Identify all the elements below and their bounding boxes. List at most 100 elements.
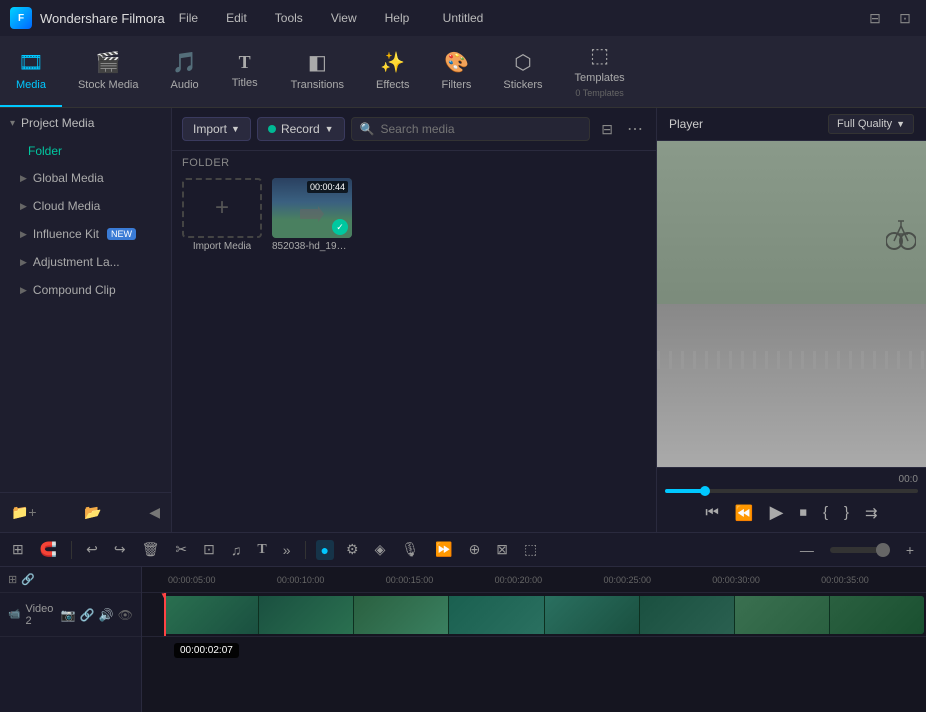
redo-button[interactable]: ↪ [110, 538, 130, 561]
subtitle-button[interactable]: ⬚ [520, 538, 541, 561]
transitions-label: Transitions [291, 79, 344, 91]
menu-view[interactable]: View [325, 7, 363, 29]
app-logo-area: F Wondershare Filmora File Edit Tools Vi… [10, 7, 415, 29]
sidebar-item-compound-clip[interactable]: ▶ Compound Clip [0, 276, 171, 304]
window-controls: ⊟ ⊡ [864, 10, 916, 27]
import-button[interactable]: Import ▼ [182, 117, 251, 141]
ruler-mark-5s: 00:00:05:00 [164, 575, 273, 585]
delete-button[interactable]: 🗑 [138, 538, 164, 561]
settings-button[interactable]: ⇉ [862, 501, 881, 525]
zoom-out-button[interactable]: — [796, 539, 818, 561]
frame-back-button[interactable]: ⏪ [732, 501, 757, 525]
track-view-button[interactable]: ⊞ [8, 573, 17, 586]
split-audio-button[interactable]: ♫ [227, 539, 246, 561]
toolbar-audio[interactable]: 🎵 Audio [155, 36, 215, 107]
undo-button[interactable]: ↩ [82, 538, 102, 561]
sidebar-item-cloud-media[interactable]: ▶ Cloud Media [0, 192, 171, 220]
adjustment-arrow: ▶ [20, 257, 27, 268]
bracket-in-button[interactable]: { [820, 501, 831, 524]
track-name-video2: Video 2 [25, 603, 60, 627]
toolbar-effects[interactable]: ✨ Effects [360, 36, 425, 107]
bracket-out-button[interactable]: } [841, 501, 852, 524]
open-folder-button[interactable]: 📂 [81, 501, 104, 524]
menu-edit[interactable]: Edit [220, 7, 253, 29]
sidebar-project-media[interactable]: ▾ Project Media [0, 108, 171, 138]
screen-rec-button[interactable]: ⊠ [492, 538, 512, 561]
toolbar-media[interactable]: 🎞 Media [0, 36, 62, 107]
skip-to-start-button[interactable]: ⏮ [702, 501, 722, 524]
templates-badge: 0 Templates [575, 88, 623, 98]
quality-select[interactable]: Full Quality ▼ [828, 114, 914, 134]
zoom-in-button[interactable]: + [902, 539, 918, 561]
adjustment-label: Adjustment La... [33, 255, 120, 269]
timeline-toolbar: ⊞ 🧲 ↩ ↪ 🗑 ✂ ⊡ ♫ T » ● ⚙ ◈ 🎙 ⏩ ⊕ ⊠ ⬚ — + [0, 533, 926, 567]
more-options-button[interactable]: ⋯ [624, 116, 646, 142]
more-tools-button[interactable]: » [279, 539, 295, 561]
import-placeholder-thumb[interactable]: + [182, 178, 262, 238]
track-link-button[interactable]: 🔗 [80, 608, 95, 622]
maximize-button[interactable]: ⊡ [894, 10, 916, 27]
track-link-button[interactable]: 🔗 [21, 573, 35, 586]
filter-button[interactable]: ⊟ [596, 118, 618, 141]
sidebar-item-influence-kit[interactable]: ▶ Influence Kit NEW [0, 220, 171, 248]
toolbar-filters[interactable]: 🎨 Filters [425, 36, 487, 107]
track-audio-button[interactable]: 🔊 [99, 608, 114, 622]
track-eye-button[interactable]: 👁 [118, 608, 133, 622]
new-folder-button[interactable]: 📁+ [8, 501, 40, 524]
cut-button[interactable]: ✂ [171, 538, 191, 561]
toolbar-stickers[interactable]: ⬡ Stickers [487, 36, 558, 107]
influence-kit-label: Influence Kit [33, 227, 99, 241]
tracks-area: 00:00:05:00 00:00:10:00 00:00:15:00 00:0… [142, 567, 926, 712]
video-clip[interactable]: ▶ 852038-hd_1920_1080_30fps [164, 596, 924, 634]
magnet-button[interactable]: 🧲 [36, 538, 61, 561]
gear-button[interactable]: ⚙ [342, 538, 363, 561]
player-tab[interactable]: Player [669, 117, 703, 131]
mask-button[interactable]: ◈ [371, 538, 390, 561]
crop-button[interactable]: ⊡ [199, 538, 219, 561]
voice-button[interactable]: 🎙 [397, 538, 423, 561]
window-title: Untitled [443, 11, 484, 25]
sidebar-item-adjustment[interactable]: ▶ Adjustment La... [0, 248, 171, 276]
search-box[interactable]: 🔍 [351, 117, 591, 141]
effects-label: Effects [376, 79, 409, 91]
track-header-video2: 📹 Video 2 📷 🔗 🔊 👁 [0, 593, 141, 637]
ai-tools-button[interactable]: ⊕ [465, 538, 485, 561]
effects-icon: ✨ [380, 50, 405, 75]
text-button[interactable]: T [253, 539, 270, 561]
zoom-handle[interactable] [876, 543, 890, 557]
stop-button[interactable]: ⏹ [796, 501, 810, 524]
import-dropdown-arrow: ▼ [231, 124, 240, 134]
import-media-item[interactable]: + Import Media [182, 178, 262, 252]
zoom-slider[interactable] [830, 547, 890, 553]
menu-file[interactable]: File [173, 7, 204, 29]
media-item-clip1[interactable]: 00:00:44 ✓ 852038-hd_1920... [272, 178, 352, 252]
toolbar-stock-media[interactable]: 🎬 Stock Media [62, 36, 155, 107]
video-track-row: ▼ ▶ 852038-hd_1920_1080_30fps [142, 593, 926, 637]
track-camera-button[interactable]: 📷 [61, 608, 76, 622]
ruler-mark-15s: 00:00:15:00 [382, 575, 491, 585]
folder-section-label: FOLDER [172, 151, 656, 172]
audio-icon: 🎵 [172, 50, 197, 75]
sidebar-folder[interactable]: Folder [0, 138, 171, 164]
view-toggle-button[interactable]: ⊞ [8, 538, 28, 561]
global-media-label: Global Media [33, 171, 104, 185]
menu-tools[interactable]: Tools [269, 7, 309, 29]
play-button[interactable]: ▶ [767, 499, 787, 526]
toolbar-templates[interactable]: ⬚ Templates 0 Templates [559, 36, 641, 107]
collapse-sidebar-button[interactable]: ◀ [146, 501, 163, 524]
speed-button[interactable]: ⏩ [431, 538, 456, 561]
record-button[interactable]: Record ▼ [257, 117, 345, 141]
toolbar-transitions[interactable]: ◧ Transitions [275, 36, 360, 107]
ai-color-button[interactable]: ● [316, 540, 334, 560]
templates-label: Templates [575, 72, 625, 84]
menu-help[interactable]: Help [379, 7, 416, 29]
stickers-label: Stickers [503, 79, 542, 91]
toolbar-titles[interactable]: T Titles [215, 36, 275, 107]
progress-handle[interactable] [700, 486, 710, 496]
search-input[interactable] [381, 122, 582, 136]
minimize-button[interactable]: ⊟ [864, 10, 886, 27]
sidebar-item-global-media[interactable]: ▶ Global Media [0, 164, 171, 192]
track-controls-video2: 📷 🔗 🔊 👁 [61, 608, 133, 622]
progress-bar[interactable] [665, 489, 918, 493]
media-panel: Import ▼ Record ▼ 🔍 ⊟ ⋯ FOLDER + Impor [172, 108, 656, 532]
